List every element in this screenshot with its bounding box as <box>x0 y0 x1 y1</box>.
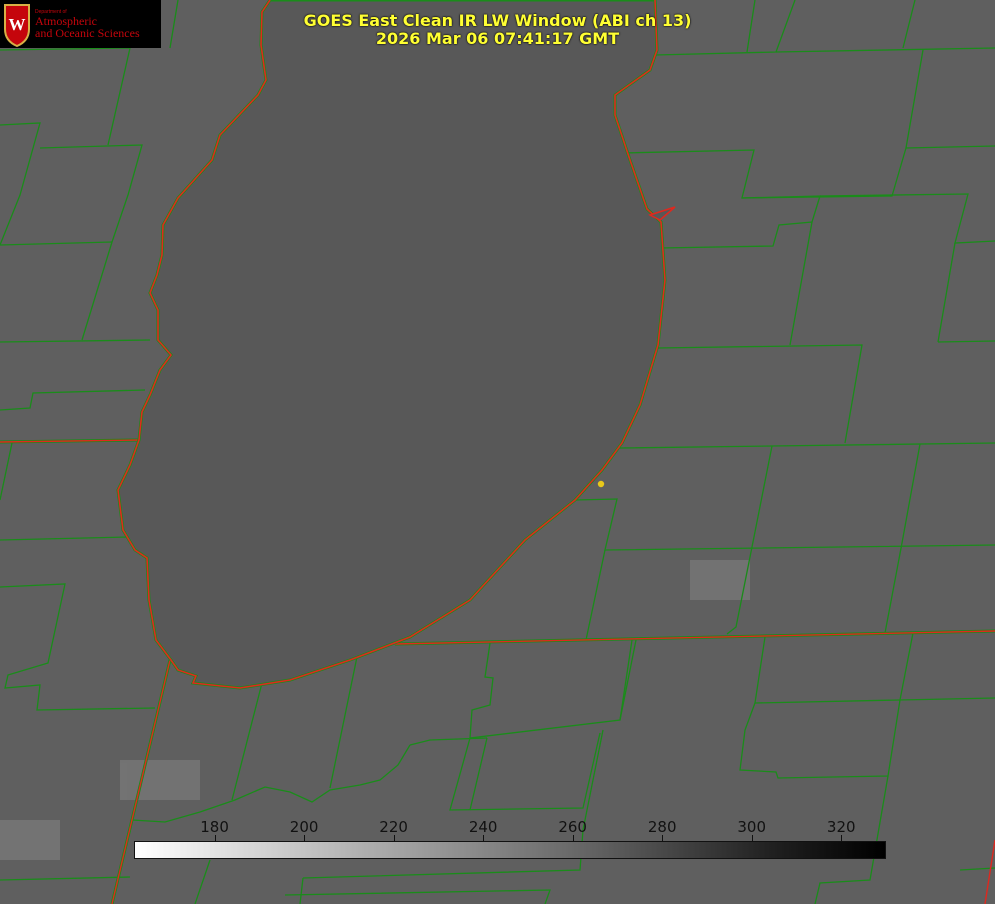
colorbar-tick-label: 200 <box>289 818 319 836</box>
colorbar-tick-label: 320 <box>826 818 856 836</box>
colorbar-tick-label: 240 <box>468 818 498 836</box>
logo-name-line2: and Oceanic Sciences <box>35 26 140 40</box>
colorbar-tick-label: 220 <box>379 818 408 836</box>
ir-satellite-map <box>0 0 995 904</box>
colorbar-ramp <box>134 841 886 859</box>
location-marker <box>597 480 605 488</box>
uw-crest-icon: W <box>4 4 30 47</box>
colorbar-tick-label: 300 <box>737 818 767 836</box>
colorbar-tick-mark <box>214 835 216 841</box>
colorbar-tick-mark <box>304 835 306 841</box>
svg-text:W: W <box>9 15 26 34</box>
colorbar-tick-mark <box>841 835 843 841</box>
colorbar-tick-label: 280 <box>647 818 677 836</box>
satellite-image-viewer: W Department of Atmospheric and Oceanic … <box>0 0 995 904</box>
colorbar-tick-mark <box>483 835 485 841</box>
colorbar-tick-mark <box>662 835 664 841</box>
colorbar-tick-mark <box>751 835 753 841</box>
colorbar-tick-mark <box>572 835 574 841</box>
colorbar-tick-mark <box>393 835 395 841</box>
colorbar-tick-label: 260 <box>558 818 587 836</box>
aos-logo: W Department of Atmospheric and Oceanic … <box>0 0 161 48</box>
colorbar-tick-label: 180 <box>200 818 229 836</box>
temperature-colorbar <box>134 841 886 859</box>
